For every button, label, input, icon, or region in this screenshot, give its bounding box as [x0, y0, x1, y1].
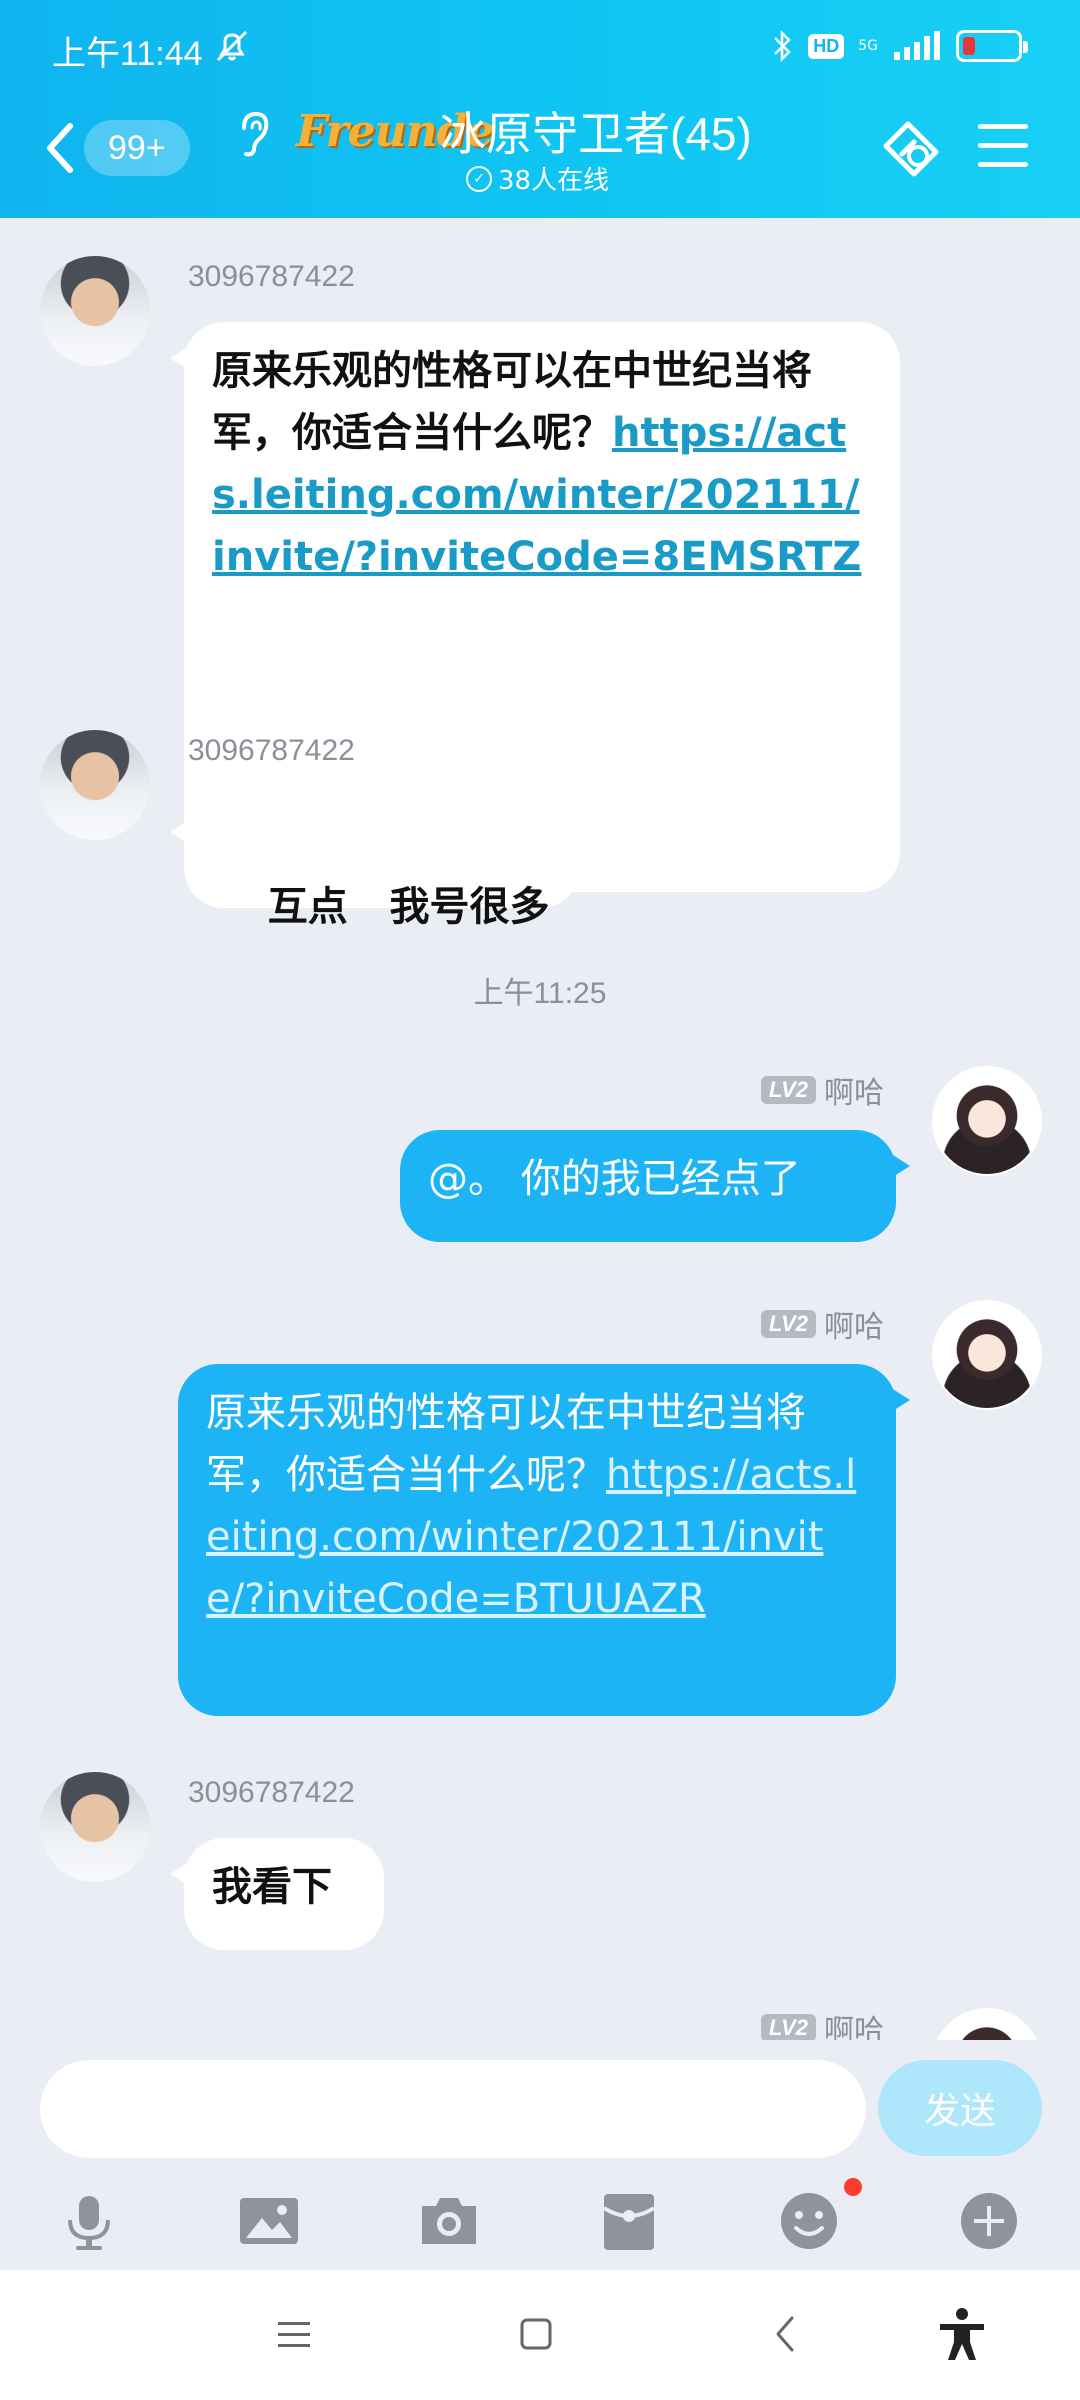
online-count: 38人在线 — [498, 166, 610, 196]
online-status: ✓ 38人在线 — [466, 160, 609, 197]
message-bubble[interactable]: @。 你的我已经点了 — [400, 1130, 910, 1242]
microphone-icon[interactable] — [56, 2188, 122, 2254]
level-badge: LV2 — [760, 2014, 816, 2040]
red-packet-icon[interactable] — [596, 2188, 662, 2254]
back-arrow-icon[interactable] — [40, 120, 80, 176]
bluetooth-icon — [774, 29, 792, 63]
menu-icon[interactable] — [264, 2304, 324, 2364]
mute-bell-icon — [216, 30, 248, 62]
notification-dot — [844, 2178, 862, 2196]
sender-name: 3096787422 — [188, 734, 355, 767]
sender-name: 啊哈 — [824, 1311, 884, 1344]
send-button[interactable]: 发送 — [878, 2060, 1042, 2156]
sender-info: LV2 啊哈 — [760, 1302, 884, 1346]
message-input[interactable] — [40, 2060, 866, 2158]
plus-icon[interactable] — [956, 2188, 1022, 2254]
back-icon[interactable] — [756, 2304, 816, 2364]
avatar[interactable] — [932, 2008, 1042, 2040]
accessibility-icon[interactable] — [932, 2304, 992, 2364]
unread-count-badge[interactable]: 99+ — [84, 120, 190, 176]
hd-badge: HD — [808, 33, 845, 59]
camera-icon[interactable] — [416, 2188, 482, 2254]
status-icons: HD 5G — [772, 24, 1028, 68]
message-text: @。 你的我已经点了 — [428, 1156, 801, 1202]
sender-info: LV2 啊哈 — [760, 1068, 884, 1112]
time-separator: 上午11:25 — [473, 977, 607, 1010]
level-badge: LV2 — [760, 1076, 816, 1104]
menu-icon[interactable] — [978, 124, 1028, 170]
battery-icon — [956, 30, 1028, 62]
signal-icon — [894, 31, 940, 60]
image-icon[interactable] — [236, 2188, 302, 2254]
sender-info: LV2 啊哈 — [760, 2006, 884, 2040]
avatar[interactable] — [40, 256, 150, 366]
message-bubble[interactable]: 原来乐观的性格可以在中世纪当将军，你适合当什么呢？https://acts.le… — [178, 1364, 910, 1716]
status-time: 上午11:44 — [52, 35, 203, 73]
network-type: 5G — [858, 38, 878, 54]
avatar[interactable] — [932, 1066, 1042, 1176]
message-text: 互点 我号很多 — [267, 884, 550, 930]
avatar[interactable] — [40, 730, 150, 840]
home-icon[interactable] — [506, 2304, 566, 2364]
system-nav-bar — [0, 2270, 1080, 2400]
input-area: 发送 — [0, 2040, 1080, 2270]
chat-header: 上午11:44 HD 5G 99+ Freunde 冰原守卫者(45) ✓ 38… — [0, 0, 1080, 218]
emoji-icon[interactable] — [776, 2188, 842, 2254]
message-text: 我看下 — [212, 1864, 332, 1910]
group-title[interactable]: 冰原守卫者(45) — [440, 98, 752, 164]
sender-name: 啊哈 — [824, 1077, 884, 1110]
avatar[interactable] — [932, 1300, 1042, 1410]
message-bubble[interactable]: 互点 我号很多 — [170, 796, 580, 930]
sender-name: 3096787422 — [188, 260, 355, 293]
link-ticket-icon[interactable] — [878, 116, 944, 182]
message-bubble[interactable]: 我看下 — [170, 1838, 384, 1950]
chat-messages[interactable]: 3096787422 原来乐观的性格可以在中世纪当将军，你适合当什么呢？http… — [0, 218, 1080, 2040]
sender-name: 3096787422 — [188, 1776, 355, 1809]
ear-icon[interactable] — [234, 110, 274, 158]
sender-name: 啊哈 — [824, 2015, 884, 2040]
level-badge: LV2 — [760, 1310, 816, 1338]
avatar[interactable] — [40, 1772, 150, 1882]
check-circle-icon: ✓ — [466, 165, 492, 192]
